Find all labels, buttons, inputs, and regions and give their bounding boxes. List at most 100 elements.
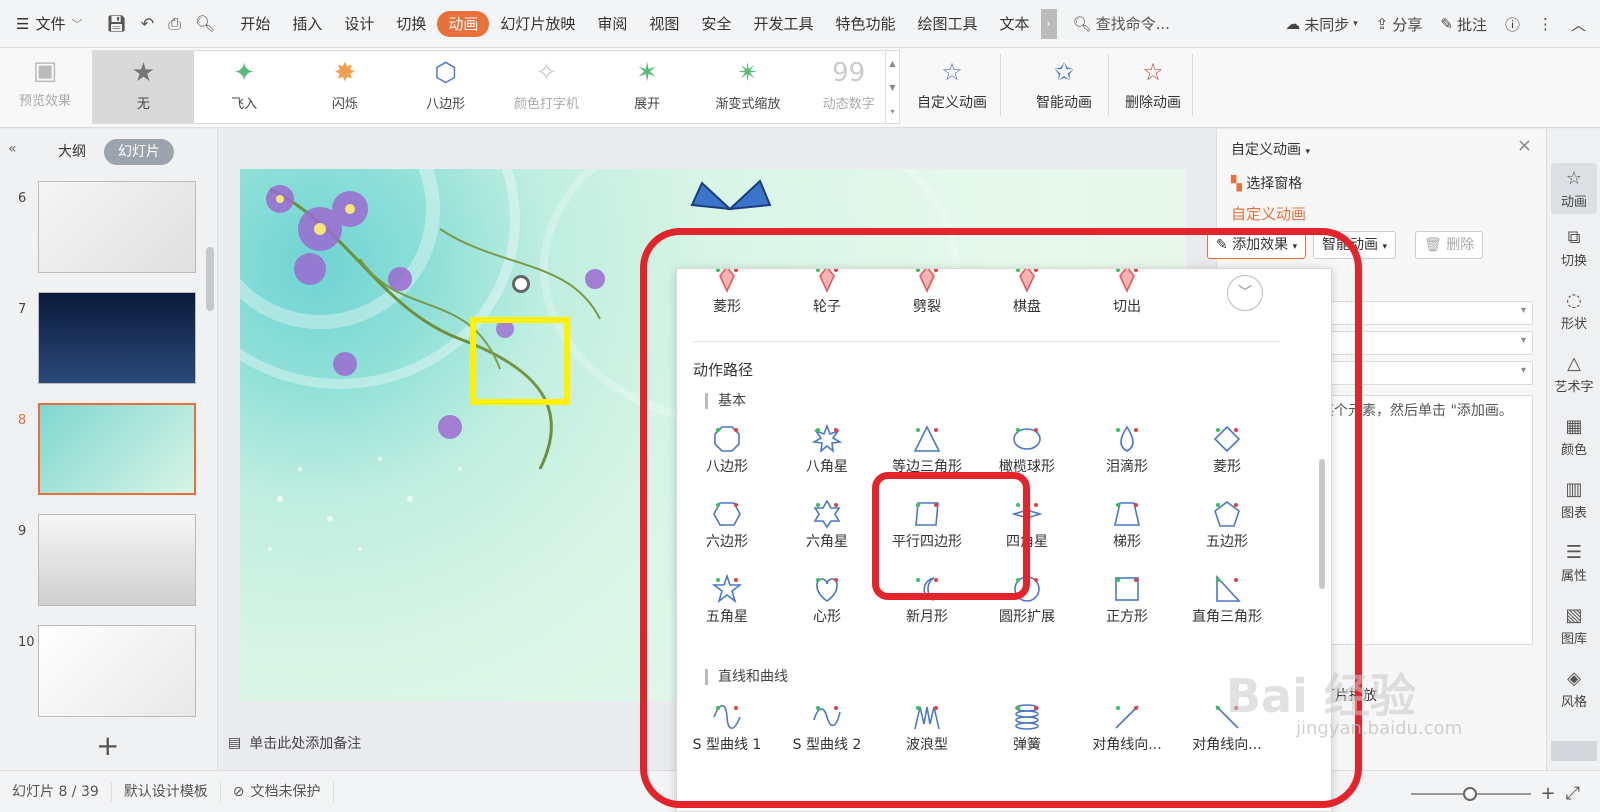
tab-11[interactable]: 绘图工具: [906, 11, 988, 37]
animation-effect-2[interactable]: ✸ 闪烁: [295, 51, 396, 123]
motion-path-oct-item[interactable]: 八边形: [677, 421, 777, 477]
animation-effect-4[interactable]: ✧ 颜色打字机: [496, 51, 597, 123]
animation-effect-1[interactable]: ✦ 飞入: [194, 51, 295, 123]
close-icon[interactable]: ×: [1517, 135, 1532, 156]
expand-collapse-icon[interactable]: ﹀: [1227, 275, 1263, 311]
animation-effect-6[interactable]: ✴ 渐变式缩放: [698, 51, 799, 123]
motion-path-diag1-item[interactable]: 对角线向...: [1077, 699, 1177, 755]
select-pane-link[interactable]: ▚ 选择窗格: [1231, 173, 1302, 193]
motion-path-star4-item[interactable]: 四角星: [977, 496, 1077, 552]
motion-path-square-item[interactable]: 正方形: [1077, 571, 1177, 627]
motion-path-s1-item[interactable]: S 型曲线 1: [677, 699, 777, 755]
command-search[interactable]: 🔍︎ 查找命令...: [1073, 13, 1170, 34]
motion-path-oval-item[interactable]: 橄榄球形: [977, 421, 1077, 477]
tab-4[interactable]: 动画: [437, 10, 490, 37]
motion-path-rtri-item[interactable]: 直角三角形: [1177, 571, 1277, 627]
print-icon[interactable]: ⎙: [168, 14, 181, 34]
undo-icon[interactable]: ↶: [141, 14, 154, 34]
tab-12[interactable]: 文本: [989, 11, 1041, 37]
sidebar-item-0[interactable]: ☆ 动画: [1551, 163, 1597, 214]
motion-path-wave-item[interactable]: 波浪型: [877, 699, 977, 755]
tab-0[interactable]: 开始: [229, 11, 281, 37]
gallery-expand-icon[interactable]: ▾: [890, 107, 894, 116]
sync-button[interactable]: ☁︎ 未同步 ▾: [1285, 14, 1358, 35]
zoom-slider[interactable]: [1410, 786, 1531, 801]
pane-title[interactable]: 自定义动画 ▾: [1231, 139, 1310, 159]
save-icon[interactable]: 💾︎: [106, 14, 126, 34]
tab-8[interactable]: 安全: [690, 11, 742, 37]
share-button[interactable]: ⇪ 分享: [1376, 14, 1423, 35]
notes-bar[interactable]: ▤ 单击此处添加备注: [228, 733, 361, 753]
document-protection[interactable]: ⊘ 文档未保护: [221, 781, 334, 802]
motion-path-drop-item[interactable]: 泪滴形: [1077, 421, 1177, 477]
motion-path-tri-item[interactable]: 等边三角形: [877, 421, 977, 477]
motion-path-s2-item[interactable]: S 型曲线 2: [777, 699, 877, 755]
motion-path-para-item[interactable]: 平行四边形: [877, 496, 977, 552]
tab-slides[interactable]: 幻灯片: [104, 139, 174, 165]
slide-thumbnail[interactable]: [38, 403, 196, 495]
sidebar-item-7[interactable]: ▧ 图库: [1551, 604, 1597, 647]
comment-button[interactable]: ✎ 批注: [1440, 14, 1487, 35]
delete-button[interactable]: 🗑︎ 删除: [1415, 231, 1484, 259]
print-preview-icon[interactable]: 🔍︎: [195, 14, 215, 34]
chevron-down-icon[interactable]: ▼: [889, 83, 895, 92]
zoom-slider-knob[interactable]: [1462, 786, 1477, 801]
sidebar-item-5[interactable]: ▥ 图表: [1551, 478, 1597, 521]
entrance-effect-item[interactable]: 菱形: [677, 269, 777, 317]
slide-thumbnail-row[interactable]: 6: [0, 181, 210, 275]
slide-thumbnail[interactable]: [38, 625, 196, 717]
zoom-in-icon[interactable]: +: [1541, 783, 1556, 804]
motion-path-circle-item[interactable]: 圆形扩展: [977, 571, 1077, 627]
more-icon[interactable]: ⋮: [1538, 15, 1553, 33]
entrance-effect-item[interactable]: 劈裂: [877, 269, 977, 317]
animation-effect-5[interactable]: ✶ 展开: [597, 51, 698, 123]
help-icon[interactable]: ⓘ: [1505, 14, 1520, 35]
motion-path-pent-item[interactable]: 五边形: [1177, 496, 1277, 552]
motion-path-spring-item[interactable]: 弹簧: [977, 699, 1077, 755]
slide-thumbnail[interactable]: [38, 292, 196, 384]
delete-animation-button[interactable]: ☆ 删除动画: [1118, 52, 1188, 120]
collapse-panel-icon[interactable]: «: [8, 141, 17, 157]
motion-path-star8-item[interactable]: 八角星: [777, 421, 877, 477]
motion-path-hex-item[interactable]: 六边形: [677, 496, 777, 552]
slide-thumbnail[interactable]: [38, 181, 196, 273]
tab-2[interactable]: 设计: [333, 11, 385, 37]
slide-thumbnail-row[interactable]: 9: [0, 514, 210, 608]
sidebar-item-4[interactable]: ▦ 颜色: [1551, 415, 1597, 458]
tab-outline[interactable]: 大纲: [44, 139, 100, 165]
tab-6[interactable]: 审阅: [586, 11, 638, 37]
tab-1[interactable]: 插入: [281, 11, 333, 37]
sidebar-item-8[interactable]: ◈ 风格: [1551, 667, 1597, 710]
entrance-effect-item[interactable]: 切出: [1077, 269, 1177, 317]
motion-path-heart-item[interactable]: 心形: [777, 571, 877, 627]
motion-path-diamond-item[interactable]: 菱形: [1177, 421, 1277, 477]
tab-3[interactable]: 切换: [385, 11, 437, 37]
add-effect-button[interactable]: ✎ 添加效果 ▾: [1207, 231, 1307, 259]
rotate-handle-icon[interactable]: [512, 275, 530, 293]
slide-thumbnail[interactable]: [38, 514, 196, 606]
preview-effect-button[interactable]: ▣ 预览效果: [10, 52, 80, 120]
selected-rectangle-shape[interactable]: [470, 317, 570, 405]
add-slide-icon[interactable]: +: [96, 729, 119, 762]
slide-panel-scrollbar[interactable]: [206, 247, 214, 311]
fit-window-icon[interactable]: ⤢: [1566, 783, 1580, 804]
entrance-effect-item[interactable]: 棋盘: [977, 269, 1077, 317]
motion-path-moon-item[interactable]: 新月形: [877, 571, 977, 627]
sidebar-item-6[interactable]: ☰ 属性: [1551, 541, 1597, 584]
animation-effect-7[interactable]: 99 动态数字: [798, 51, 899, 123]
collapse-ribbon-icon[interactable]: ︿: [1571, 14, 1586, 35]
slide-thumbnail-row[interactable]: 10: [0, 625, 210, 719]
tab-5[interactable]: 幻灯片放映: [489, 11, 586, 37]
smart-animation-button[interactable]: ✩ 智能动画: [1024, 52, 1104, 120]
slide-thumbnail-row[interactable]: 8: [0, 403, 210, 497]
custom-animation-button[interactable]: ☆ 自定义动画: [912, 52, 992, 120]
sidebar-scroll[interactable]: [1551, 741, 1597, 761]
tab-7[interactable]: 视图: [638, 11, 690, 37]
chevron-up-icon[interactable]: ▲: [889, 59, 895, 68]
sidebar-item-1[interactable]: ⧉ 切换: [1551, 226, 1597, 269]
dropdown-scrollbar[interactable]: [1319, 459, 1325, 589]
entrance-effect-item[interactable]: 轮子: [777, 269, 877, 317]
animation-effect-0[interactable]: ★ 无: [93, 51, 194, 123]
gallery-scroll[interactable]: ▲ ▼ ▾: [885, 51, 899, 123]
file-menu[interactable]: ☰ 文件 ﹀: [0, 13, 92, 34]
